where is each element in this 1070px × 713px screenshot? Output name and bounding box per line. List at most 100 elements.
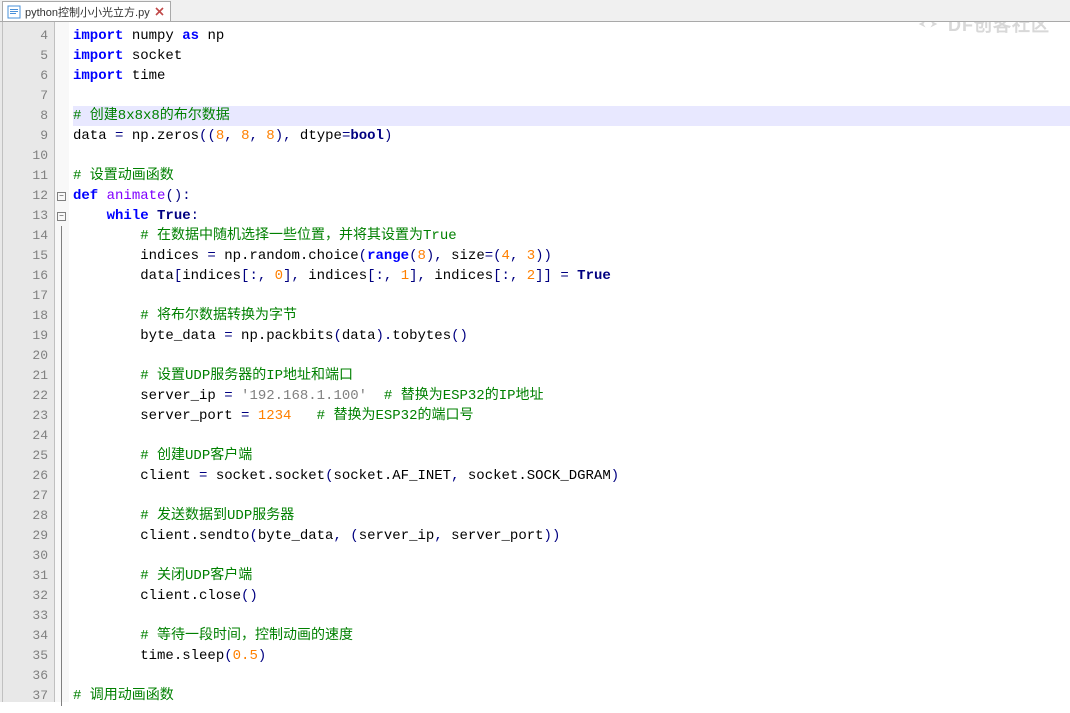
fold-cell bbox=[55, 66, 69, 86]
fold-cell bbox=[55, 506, 69, 526]
line-number: 15 bbox=[3, 246, 48, 266]
code-line[interactable]: client = socket.socket(socket.AF_INET, s… bbox=[73, 466, 1070, 486]
file-icon bbox=[7, 5, 21, 19]
fold-cell bbox=[55, 686, 69, 706]
token-op: = bbox=[224, 328, 232, 344]
code-line[interactable]: indices = np.random.choice(range(8), siz… bbox=[73, 246, 1070, 266]
code-line[interactable]: # 发送数据到UDP服务器 bbox=[73, 506, 1070, 526]
code-line[interactable]: import numpy as np bbox=[73, 26, 1070, 46]
line-number: 31 bbox=[3, 566, 48, 586]
code-line[interactable]: # 设置UDP服务器的IP地址和端口 bbox=[73, 366, 1070, 386]
code-line[interactable]: # 关闭UDP客户端 bbox=[73, 566, 1070, 586]
token-op: )) bbox=[544, 528, 561, 544]
token-num: 3 bbox=[527, 248, 535, 264]
file-tab[interactable]: python控制小小光立方.py bbox=[2, 1, 171, 21]
fold-guide bbox=[61, 606, 62, 626]
line-number: 11 bbox=[3, 166, 48, 186]
fold-minus-icon[interactable]: − bbox=[57, 192, 66, 201]
code-line[interactable] bbox=[73, 486, 1070, 506]
code-line[interactable]: # 调用动画函数 bbox=[73, 686, 1070, 706]
fold-cell bbox=[55, 406, 69, 426]
fold-cell bbox=[55, 446, 69, 466]
token-kw: import bbox=[73, 68, 123, 84]
line-number: 14 bbox=[3, 226, 48, 246]
code-line[interactable]: data[indices[:, 0], indices[:, 1], indic… bbox=[73, 266, 1070, 286]
token-bool: True bbox=[577, 268, 611, 284]
line-number: 7 bbox=[3, 86, 48, 106]
fold-cell bbox=[55, 466, 69, 486]
fold-column: −− bbox=[55, 22, 69, 702]
tab-close-icon[interactable] bbox=[154, 6, 166, 18]
token-op: = bbox=[115, 128, 123, 144]
code-line[interactable] bbox=[73, 546, 1070, 566]
code-line[interactable]: client.close() bbox=[73, 586, 1070, 606]
fold-guide bbox=[61, 266, 62, 286]
token-op: [:, bbox=[241, 268, 275, 284]
code-line[interactable]: # 等待一段时间，控制动画的速度 bbox=[73, 626, 1070, 646]
token-num: 4 bbox=[502, 248, 510, 264]
code-line[interactable]: server_port = 1234 # 替换为ESP32的端口号 bbox=[73, 406, 1070, 426]
fold-guide bbox=[61, 646, 62, 666]
token-cm: # 替换为ESP32的端口号 bbox=[317, 408, 474, 424]
token-cm: # 发送数据到UDP服务器 bbox=[140, 508, 294, 524]
fold-guide bbox=[61, 386, 62, 406]
code-line[interactable] bbox=[73, 286, 1070, 306]
token-nm: byte_data bbox=[258, 528, 334, 544]
token-cm: # 创建8x8x8的布尔数据 bbox=[73, 108, 230, 124]
code-line[interactable]: import time bbox=[73, 66, 1070, 86]
code-line[interactable] bbox=[73, 606, 1070, 626]
token-op: [:, bbox=[493, 268, 527, 284]
token-op: = bbox=[207, 248, 215, 264]
token-num: 2 bbox=[527, 268, 535, 284]
code-line[interactable] bbox=[73, 666, 1070, 686]
fold-cell bbox=[55, 46, 69, 66]
fold-cell bbox=[55, 226, 69, 246]
code-line[interactable]: # 创建UDP客户端 bbox=[73, 446, 1070, 466]
token-kw: import bbox=[73, 28, 123, 44]
line-number: 36 bbox=[3, 666, 48, 686]
code-line[interactable] bbox=[73, 426, 1070, 446]
token-num: 8 bbox=[417, 248, 425, 264]
code-line[interactable]: time.sleep(0.5) bbox=[73, 646, 1070, 666]
line-number: 18 bbox=[3, 306, 48, 326]
fold-cell bbox=[55, 126, 69, 146]
token-bool: bool bbox=[350, 128, 384, 144]
token-nm: socket.SOCK_DGRAM bbox=[468, 468, 611, 484]
code-line[interactable]: byte_data = np.packbits(data).tobytes() bbox=[73, 326, 1070, 346]
line-number: 30 bbox=[3, 546, 48, 566]
token-op: ], bbox=[283, 268, 308, 284]
line-number: 26 bbox=[3, 466, 48, 486]
token-op: ). bbox=[375, 328, 392, 344]
token-kw: import bbox=[73, 48, 123, 64]
token-cm: # 设置动画函数 bbox=[73, 168, 174, 184]
token-num: 8 bbox=[216, 128, 224, 144]
code-area[interactable]: import numpy as npimport socketimport ti… bbox=[69, 22, 1070, 702]
fold-cell bbox=[55, 366, 69, 386]
code-line[interactable] bbox=[73, 346, 1070, 366]
token-op: ( bbox=[359, 248, 367, 264]
token-str: '192.168.1.100' bbox=[241, 388, 367, 404]
line-number: 21 bbox=[3, 366, 48, 386]
fold-minus-icon[interactable]: − bbox=[57, 212, 66, 221]
code-line[interactable]: import socket bbox=[73, 46, 1070, 66]
token-nm: indices bbox=[308, 268, 367, 284]
code-line[interactable]: client.sendto(byte_data, (server_ip, ser… bbox=[73, 526, 1070, 546]
code-line[interactable]: while True: bbox=[73, 206, 1070, 226]
token-cm: # 创建UDP客户端 bbox=[140, 448, 252, 464]
code-line[interactable]: # 将布尔数据转换为字节 bbox=[73, 306, 1070, 326]
code-line[interactable]: # 创建8x8x8的布尔数据 bbox=[73, 106, 1070, 126]
line-number-gutter: 4567891011121314151617181920212223242526… bbox=[3, 22, 55, 702]
fold-guide bbox=[61, 426, 62, 446]
code-line[interactable]: # 在数据中随机选择一些位置，并将其设置为True bbox=[73, 226, 1070, 246]
tab-bar: python控制小小光立方.py bbox=[0, 0, 1070, 22]
code-line[interactable]: def animate(): bbox=[73, 186, 1070, 206]
code-line[interactable] bbox=[73, 146, 1070, 166]
token-num: 0.5 bbox=[233, 648, 258, 664]
code-line[interactable] bbox=[73, 86, 1070, 106]
token-num: 1 bbox=[401, 268, 409, 284]
line-number: 4 bbox=[3, 26, 48, 46]
token-nm: server_port bbox=[451, 528, 543, 544]
code-line[interactable]: data = np.zeros((8, 8, 8), dtype=bool) bbox=[73, 126, 1070, 146]
code-line[interactable]: # 设置动画函数 bbox=[73, 166, 1070, 186]
code-line[interactable]: server_ip = '192.168.1.100' # 替换为ESP32的I… bbox=[73, 386, 1070, 406]
